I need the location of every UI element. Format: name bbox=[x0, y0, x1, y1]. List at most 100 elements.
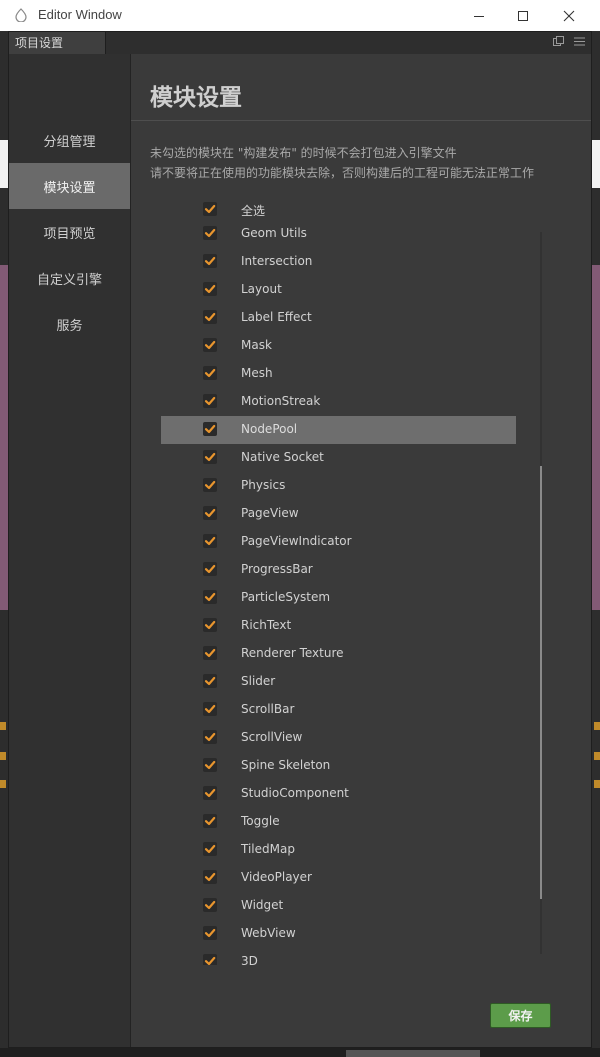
background-marker bbox=[0, 752, 6, 760]
checkmark-icon bbox=[204, 704, 216, 714]
settings-sidebar: 分组管理 模块设置 项目预览 自定义引擎 服务 bbox=[9, 54, 131, 1047]
module-row[interactable]: PageViewIndicator bbox=[161, 528, 516, 556]
module-checkbox[interactable] bbox=[203, 450, 217, 464]
sidebar-item-label: 分组管理 bbox=[43, 134, 96, 150]
module-checkbox[interactable] bbox=[203, 730, 217, 744]
checkmark-icon bbox=[204, 564, 216, 574]
module-checkbox[interactable] bbox=[203, 814, 217, 828]
module-label: Layout bbox=[241, 282, 282, 296]
module-row[interactable]: 3D bbox=[161, 948, 516, 965]
module-row[interactable]: Intersection bbox=[161, 248, 516, 276]
checkmark-icon bbox=[204, 508, 216, 518]
minimize-button[interactable] bbox=[456, 0, 502, 31]
module-row[interactable]: Mask bbox=[161, 332, 516, 360]
module-checkbox[interactable] bbox=[203, 646, 217, 660]
close-button[interactable] bbox=[546, 0, 592, 31]
description-line-2: 请不要将正在使用的功能模块去除，否则构建后的工程可能无法正常工作 bbox=[150, 166, 535, 180]
maximize-icon bbox=[518, 10, 528, 21]
module-row[interactable]: MotionStreak bbox=[161, 388, 516, 416]
module-row[interactable]: Native Socket bbox=[161, 444, 516, 472]
module-row[interactable]: NodePool bbox=[161, 416, 516, 444]
module-checkbox[interactable] bbox=[203, 618, 217, 632]
module-checkbox[interactable] bbox=[203, 954, 217, 965]
checkmark-icon bbox=[204, 732, 216, 742]
module-checkbox[interactable] bbox=[203, 478, 217, 492]
sidebar-item-label: 自定义引擎 bbox=[36, 272, 102, 288]
sidebar-item-custom-engine[interactable]: 自定义引擎 bbox=[9, 255, 130, 301]
background-strip bbox=[592, 140, 600, 188]
checkmark-icon bbox=[204, 620, 216, 630]
popout-icon[interactable] bbox=[553, 36, 564, 47]
window-title: Editor Window bbox=[38, 7, 122, 22]
module-row[interactable]: ProgressBar bbox=[161, 556, 516, 584]
module-checkbox[interactable] bbox=[203, 758, 217, 772]
module-row[interactable]: VideoPlayer bbox=[161, 864, 516, 892]
module-row[interactable]: Spine Skeleton bbox=[161, 752, 516, 780]
module-row[interactable]: RichText bbox=[161, 612, 516, 640]
tab-project-settings[interactable]: 项目设置 bbox=[9, 32, 106, 54]
module-row[interactable]: Renderer Texture bbox=[161, 640, 516, 668]
module-checkbox[interactable] bbox=[203, 534, 217, 548]
module-label: PageView bbox=[241, 506, 299, 520]
module-checkbox[interactable] bbox=[203, 590, 217, 604]
module-checkbox[interactable] bbox=[203, 870, 217, 884]
module-row[interactable]: Slider bbox=[161, 668, 516, 696]
module-checkbox[interactable] bbox=[203, 366, 217, 380]
sidebar-item-label: 项目预览 bbox=[43, 226, 96, 242]
menu-icon[interactable] bbox=[574, 36, 585, 47]
module-row[interactable]: Geom Utils bbox=[161, 220, 516, 248]
module-checkbox[interactable] bbox=[203, 254, 217, 268]
module-row[interactable]: Mesh bbox=[161, 360, 516, 388]
module-row[interactable]: StudioComponent bbox=[161, 780, 516, 808]
module-checkbox[interactable] bbox=[203, 674, 217, 688]
select-all-checkbox[interactable] bbox=[203, 202, 217, 216]
checkmark-icon bbox=[204, 788, 216, 798]
sidebar-item-group-management[interactable]: 分组管理 bbox=[9, 117, 130, 163]
module-checkbox[interactable] bbox=[203, 898, 217, 912]
module-row[interactable]: ParticleSystem bbox=[161, 584, 516, 612]
module-row[interactable]: ScrollBar bbox=[161, 696, 516, 724]
module-checkbox[interactable] bbox=[203, 338, 217, 352]
module-row[interactable]: Layout bbox=[161, 276, 516, 304]
module-label: Native Socket bbox=[241, 450, 324, 464]
save-button[interactable]: 保存 bbox=[490, 1003, 551, 1028]
checkmark-icon bbox=[204, 452, 216, 462]
maximize-button[interactable] bbox=[500, 0, 546, 31]
checkmark-icon bbox=[204, 676, 216, 686]
module-checkbox[interactable] bbox=[203, 226, 217, 240]
module-checkbox[interactable] bbox=[203, 842, 217, 856]
module-row[interactable]: WebView bbox=[161, 920, 516, 948]
module-row[interactable]: Label Effect bbox=[161, 304, 516, 332]
checkmark-icon bbox=[204, 480, 216, 490]
module-label: Physics bbox=[241, 478, 286, 492]
sidebar-item-project-preview[interactable]: 项目预览 bbox=[9, 209, 130, 255]
panel-tabstrip: 项目设置 bbox=[9, 32, 591, 55]
module-label: Geom Utils bbox=[241, 226, 307, 240]
module-checkbox[interactable] bbox=[203, 394, 217, 408]
background-marker bbox=[594, 752, 600, 760]
module-checkbox[interactable] bbox=[203, 702, 217, 716]
checkmark-icon bbox=[204, 284, 216, 294]
module-row[interactable]: TiledMap bbox=[161, 836, 516, 864]
title-divider bbox=[131, 120, 591, 121]
checkmark-icon bbox=[204, 536, 216, 546]
module-label: Renderer Texture bbox=[241, 646, 344, 660]
module-checkbox[interactable] bbox=[203, 562, 217, 576]
checkmark-icon bbox=[204, 396, 216, 406]
module-row[interactable]: Toggle bbox=[161, 808, 516, 836]
module-checkbox[interactable] bbox=[203, 506, 217, 520]
module-checkbox[interactable] bbox=[203, 926, 217, 940]
module-checkbox[interactable] bbox=[203, 786, 217, 800]
module-checkbox[interactable] bbox=[203, 310, 217, 324]
module-checkbox[interactable] bbox=[203, 422, 217, 436]
sidebar-item-services[interactable]: 服务 bbox=[9, 301, 130, 347]
module-row[interactable]: Physics bbox=[161, 472, 516, 500]
module-row[interactable]: PageView bbox=[161, 500, 516, 528]
module-checkbox[interactable] bbox=[203, 282, 217, 296]
module-row[interactable]: Widget bbox=[161, 892, 516, 920]
module-list-scrollbar-thumb[interactable] bbox=[540, 466, 542, 899]
module-row[interactable]: ScrollView bbox=[161, 724, 516, 752]
sidebar-item-module-settings[interactable]: 模块设置 bbox=[9, 163, 130, 209]
module-label: ProgressBar bbox=[241, 562, 313, 576]
module-label: Mesh bbox=[241, 366, 273, 380]
